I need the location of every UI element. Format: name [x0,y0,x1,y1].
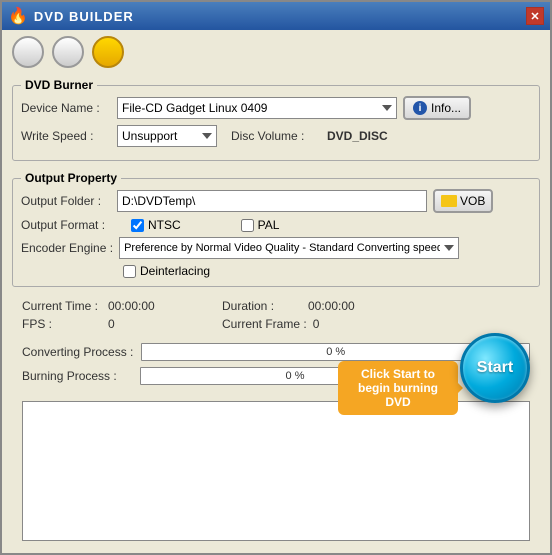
write-speed-label: Write Speed : [21,129,111,143]
current-frame-item: Current Frame : 0 [222,317,422,331]
current-time-label: Current Time : [22,299,102,313]
window-title: DVD BUILDER [34,9,134,24]
info-icon: i [413,101,427,115]
ntsc-label: NTSC [148,218,181,232]
toolbar-btn-2[interactable] [52,36,84,68]
duration-item: Duration : 00:00:00 [222,299,422,313]
burning-label: Burning Process : [22,369,132,383]
fps-value: 0 [108,317,178,331]
current-frame-label: Current Frame : [222,317,307,331]
folder-icon [441,195,457,207]
dvd-burner-legend: DVD Burner [21,78,97,92]
pal-checkbox[interactable] [241,219,254,232]
deinterlacing-checkbox[interactable] [123,265,136,278]
title-bar: 🔥 DVD BUILDER ✕ [2,2,550,30]
deinterlacing-row: Deinterlacing [21,264,531,278]
start-tooltip: Click Start to begin burning DVD [338,361,458,415]
start-btn-container: Click Start to begin burning DVD Start [460,333,530,403]
disc-volume-value: DVD_DISC [327,129,388,143]
pal-checkbox-label[interactable]: PAL [241,218,280,232]
duration-label: Duration : [222,299,302,313]
stats-row-2: FPS : 0 Current Frame : 0 [22,317,530,331]
output-property-group: Output Property Output Folder : VOB Outp… [12,171,540,287]
flame-icon: 🔥 [8,6,28,26]
toolbar-btn-1[interactable] [12,36,44,68]
toolbar [2,30,550,74]
info-button[interactable]: i Info... [403,96,471,120]
start-button[interactable]: Start [460,333,530,403]
stats-section: Current Time : 00:00:00 Duration : 00:00… [12,297,540,337]
output-format-label: Output Format : [21,218,111,232]
output-format-row: Output Format : NTSC PAL [21,218,531,232]
output-property-legend: Output Property [21,171,121,185]
fps-item: FPS : 0 [22,317,222,331]
output-folder-input[interactable] [117,190,427,212]
current-time-item: Current Time : 00:00:00 [22,299,222,313]
encoder-engine-label: Encoder Engine : [21,241,113,255]
close-button[interactable]: ✕ [526,7,544,25]
dvd-burner-group: DVD Burner Device Name : File-CD Gadget … [12,78,540,161]
main-window: 🔥 DVD BUILDER ✕ DVD Burner Device Name :… [0,0,552,555]
encoder-engine-row: Encoder Engine : Preference by Normal Vi… [21,237,531,259]
stats-row-1: Current Time : 00:00:00 Duration : 00:00… [22,299,530,313]
start-btn-wrapper: Click Start to begin burning DVD Start [460,333,530,403]
pal-label: PAL [258,218,280,232]
title-bar-left: 🔥 DVD BUILDER [8,6,134,26]
device-name-select[interactable]: File-CD Gadget Linux 0409 [117,97,397,119]
content-area: DVD Burner Device Name : File-CD Gadget … [2,74,550,553]
ntsc-checkbox-label[interactable]: NTSC [131,218,181,232]
output-folder-label: Output Folder : [21,194,111,208]
converting-progress-row: Converting Process : 0 % [22,343,530,361]
ntsc-checkbox[interactable] [131,219,144,232]
toolbar-btn-3[interactable] [92,36,124,68]
current-time-value: 00:00:00 [108,299,178,313]
deinterlacing-checkbox-label[interactable]: Deinterlacing [123,264,210,278]
converting-label: Converting Process : [22,345,133,359]
fps-label: FPS : [22,317,102,331]
vob-btn-label: VOB [460,194,485,208]
info-btn-label: Info... [431,101,461,115]
vob-button[interactable]: VOB [433,189,493,213]
device-name-label: Device Name : [21,101,111,115]
duration-value: 00:00:00 [308,299,378,313]
current-frame-value: 0 [313,317,383,331]
log-area[interactable] [22,401,530,541]
progress-start-area: Converting Process : 0 % Click Start to … [12,343,540,391]
write-speed-select[interactable]: Unsupport [117,125,217,147]
device-name-row: Device Name : File-CD Gadget Linux 0409 … [21,96,531,120]
write-speed-row: Write Speed : Unsupport Disc Volume : DV… [21,125,531,147]
deinterlacing-label: Deinterlacing [140,264,210,278]
encoder-engine-select[interactable]: Preference by Normal Video Quality - Sta… [119,237,459,259]
disc-volume-label: Disc Volume : [231,129,321,143]
output-folder-row: Output Folder : VOB [21,189,531,213]
